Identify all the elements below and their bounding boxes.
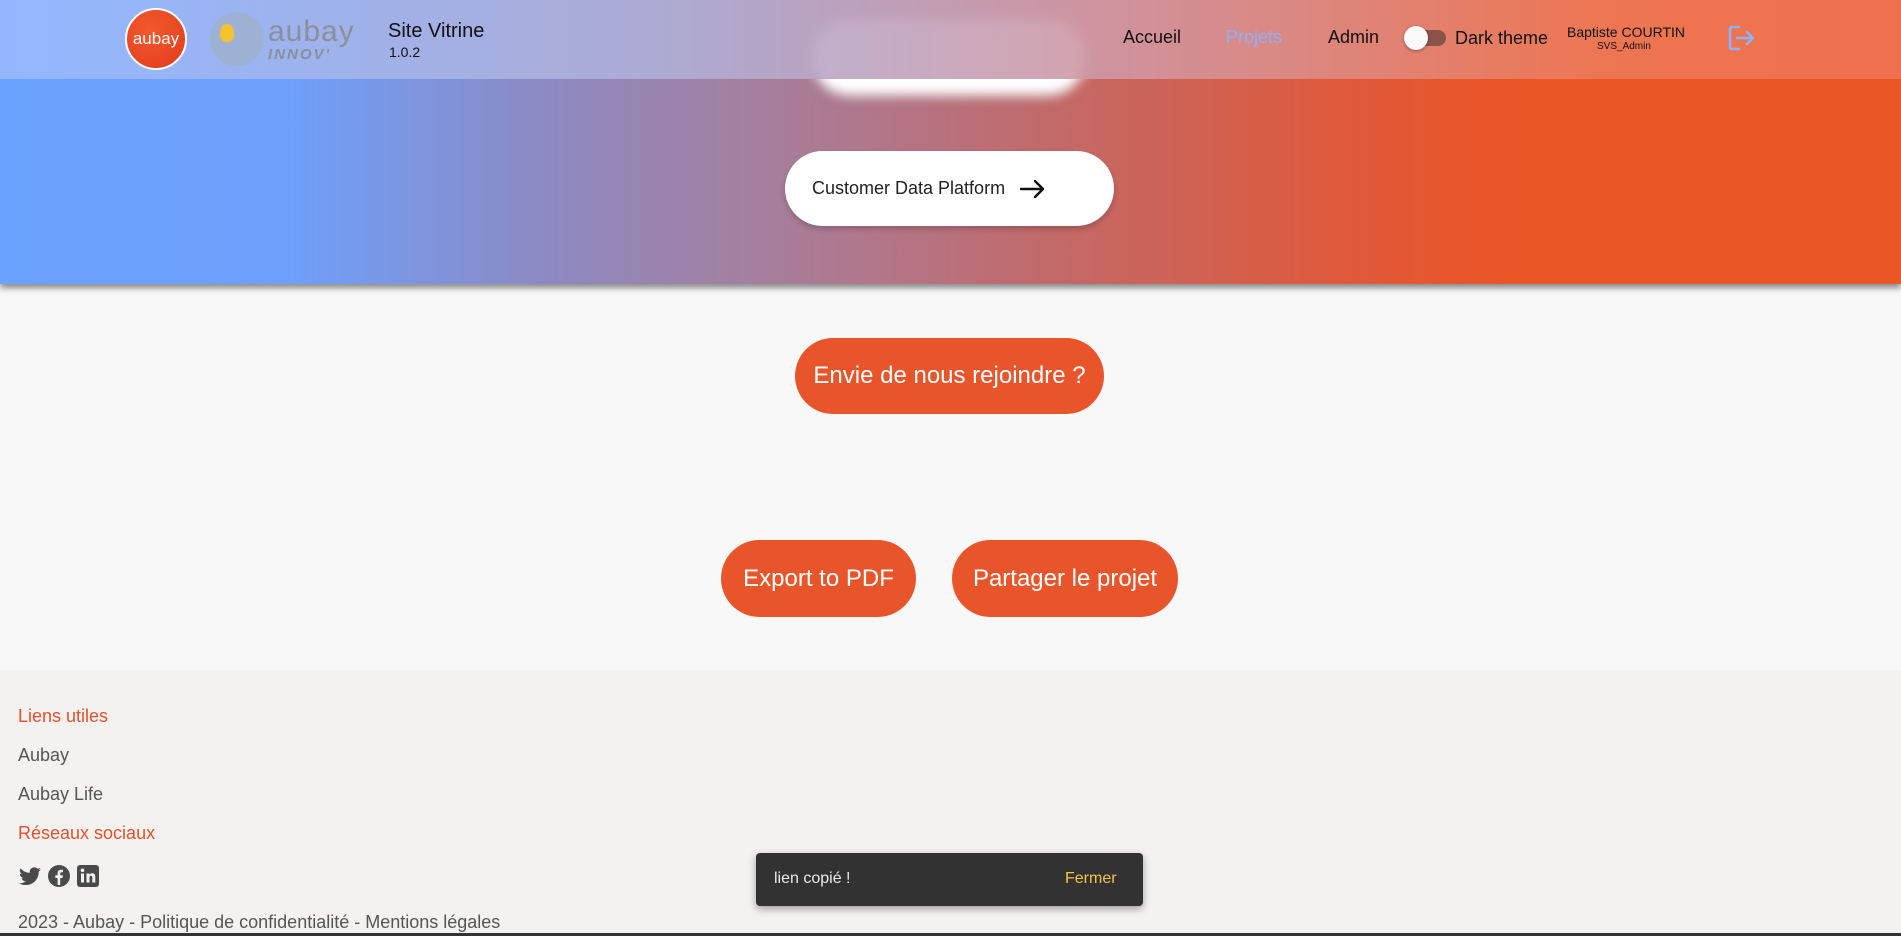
logout-icon[interactable]: [1725, 22, 1757, 59]
customer-data-platform-button[interactable]: Customer Data Platform: [785, 151, 1114, 226]
facebook-icon[interactable]: [47, 864, 71, 893]
export-pdf-button[interactable]: Export to PDF: [721, 540, 916, 617]
aubay-logo[interactable]: aubay: [125, 8, 187, 70]
dark-theme-label: Dark theme: [1455, 28, 1549, 48]
dark-theme-toggle[interactable]: [1404, 26, 1446, 50]
social-icons: [18, 864, 100, 893]
user-name: Baptiste COURTIN: [1567, 24, 1685, 40]
top-app-bar: aubay aubay INNOV' Site Vitrine 1.0.2 Ac…: [0, 0, 1901, 79]
cdp-button-label: Customer Data Platform: [812, 178, 1006, 198]
join-us-button[interactable]: Envie de nous rejoindre ?: [795, 338, 1104, 414]
twitter-icon[interactable]: [18, 864, 42, 893]
linkedin-icon[interactable]: [76, 864, 100, 893]
footer-link-aubay[interactable]: Aubay: [18, 745, 69, 766]
snackbar-message: lien copié !: [774, 870, 851, 887]
nav-link-accueil[interactable]: Accueil: [1123, 27, 1181, 48]
user-role: SVS_Admin: [1597, 41, 1651, 52]
aubay-logo-text: aubay: [132, 29, 180, 48]
footer-link-aubay-life[interactable]: Aubay Life: [18, 784, 103, 805]
snackbar-close-button[interactable]: Fermer: [1065, 870, 1117, 888]
snackbar: lien copié ! Fermer: [756, 853, 1143, 906]
useful-links-heading: Liens utiles: [18, 706, 109, 726]
nav-link-admin[interactable]: Admin: [1328, 27, 1379, 48]
nav-link-projets[interactable]: Projets: [1226, 27, 1282, 48]
social-networks-heading: Réseaux sociaux: [18, 823, 156, 843]
app-version: 1.0.2: [389, 44, 421, 60]
footer-copyright: 2023 - Aubay - Politique de confidential…: [18, 912, 501, 932]
share-project-button[interactable]: Partager le projet: [952, 540, 1178, 617]
head-lightbulb-icon: [210, 12, 264, 66]
toggle-knob: [1404, 26, 1428, 50]
innov-logo-text: aubay: [268, 14, 355, 48]
innov-logo-subtext: INNOV': [268, 45, 332, 63]
aubay-innov-logo[interactable]: aubay INNOV': [210, 8, 365, 70]
app-title: Site Vitrine: [388, 20, 485, 42]
arrow-right-icon: [1019, 179, 1047, 199]
